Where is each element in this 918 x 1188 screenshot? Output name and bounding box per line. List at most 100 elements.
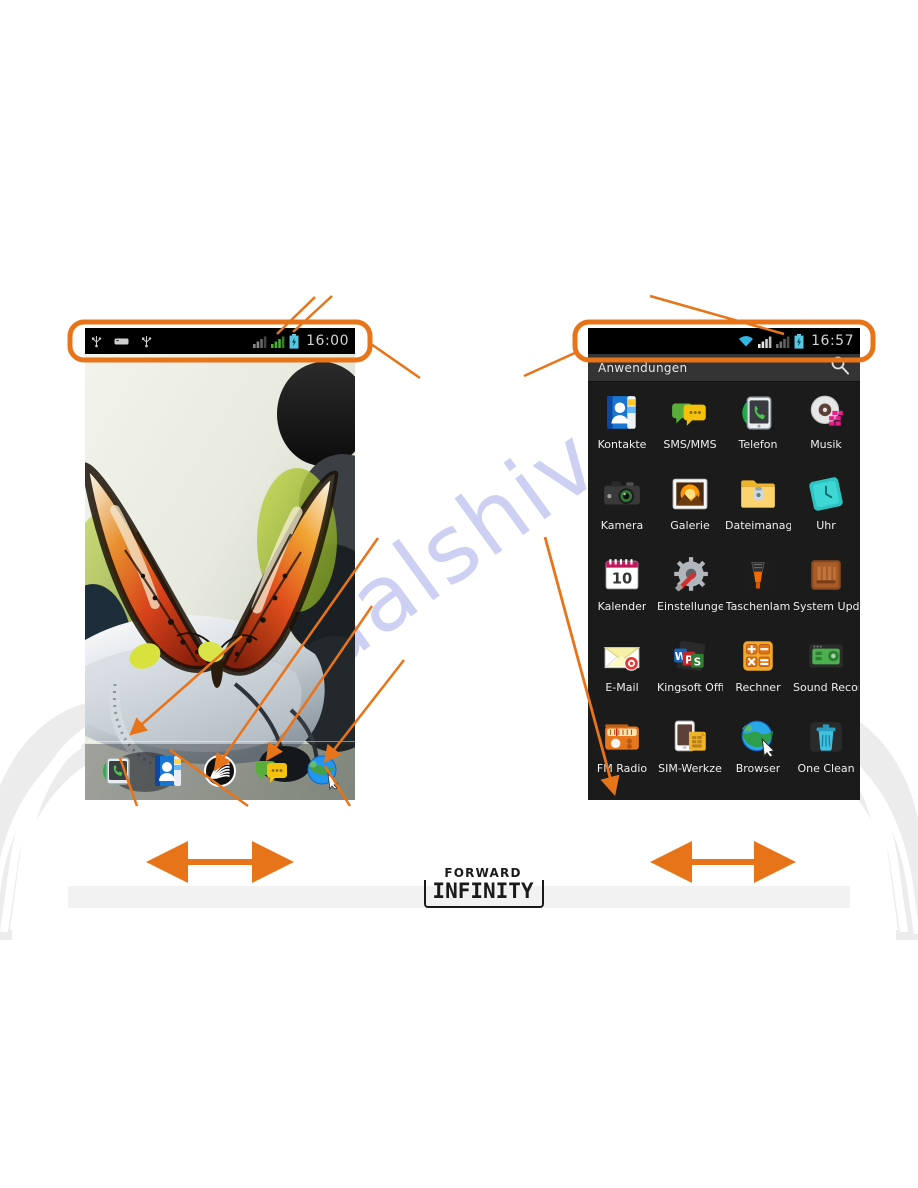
app-item-kontakte[interactable]: Kontakte (588, 385, 656, 466)
phone-home-screen: 16:00 (85, 328, 355, 800)
leader-statusbar-right (523, 350, 578, 378)
app-label: Musik (810, 439, 842, 451)
logo-infinity-text: INFINITY (432, 879, 534, 903)
usb-icon (92, 336, 102, 348)
svg-text:10: 10 (612, 570, 632, 587)
battery-icon (794, 333, 804, 349)
dock-item-kontakte[interactable] (149, 752, 187, 790)
app-item-sim-werkzeuge[interactable]: SIM-Werkze (656, 709, 724, 790)
app-item-kingsoft-office[interactable]: W P S Kingsoft Offi (656, 628, 724, 709)
app-label: Galerie (670, 520, 710, 532)
app-item-sms-mms[interactable]: SMS/MMS (656, 385, 724, 466)
app-item-kamera[interactable]: Kamera (588, 466, 656, 547)
status-clock-right: 16:57 (811, 333, 854, 349)
app-item-email[interactable]: E-Mail (588, 628, 656, 709)
app-item-einstellungen[interactable]: Einstellunge (656, 547, 724, 628)
battery-icon (289, 333, 299, 349)
app-label: Uhr (816, 520, 836, 532)
browser-globe-icon (307, 755, 339, 791)
wifi-icon (739, 335, 754, 346)
settings-gear-icon (674, 557, 708, 592)
app-label: Kamera (600, 520, 644, 532)
app-item-uhr[interactable]: Uhr (792, 466, 860, 547)
app-item-taschenlampe[interactable]: Taschenlam (724, 547, 792, 628)
dock (85, 744, 355, 798)
phone-dialer-icon (742, 396, 772, 430)
leader-signal-bars-left-2 (292, 295, 333, 333)
app-label: Telefon (738, 439, 778, 451)
svg-text:S: S (694, 656, 702, 668)
status-clock-left: 16:00 (306, 333, 349, 349)
app-item-rechner[interactable]: Rechner (724, 628, 792, 709)
sound-recorder-icon (809, 644, 843, 668)
dock-item-browser[interactable] (304, 752, 342, 791)
browser-globe-icon (741, 720, 775, 757)
app-label: Sound Recor (793, 682, 859, 694)
app-item-browser[interactable]: Browser (724, 709, 792, 790)
email-icon (603, 647, 641, 671)
system-update-icon (811, 560, 841, 590)
signal-bars-sim2-icon (776, 336, 790, 348)
brand-logo: FORWARD INFINITY (422, 866, 544, 908)
usb-icon (142, 336, 152, 348)
app-item-one-clean[interactable]: One Clean (792, 709, 860, 790)
app-item-dateimanager[interactable]: Dateimanag (724, 466, 792, 547)
one-clean-icon (810, 722, 842, 752)
clock-icon (809, 477, 843, 511)
phone-app-drawer: 16:57 Anwendungen Kontakte SMS/MMS Telef… (588, 328, 860, 800)
drawer-title: Anwendungen (598, 360, 688, 375)
leader-statusbar-left (370, 342, 421, 380)
sim-toolkit-icon (674, 720, 706, 752)
app-label: Dateimanag (725, 520, 791, 532)
app-item-system-update[interactable]: System Upda (792, 547, 860, 628)
app-drawer-icon (203, 755, 236, 787)
file-manager-icon (741, 480, 775, 508)
app-grid: Kontakte SMS/MMS Telefon Musik Kamera Ga… (588, 382, 860, 790)
drawer-header: Anwendungen (588, 354, 860, 382)
messaging-icon (672, 403, 706, 426)
signal-bars-sim1-icon (253, 336, 267, 348)
app-label: SIM-Werkze (658, 763, 722, 775)
signal-bars-sim1-icon (758, 336, 772, 348)
messaging-icon (255, 761, 287, 783)
kingsoft-office-icon: W P S (674, 640, 706, 672)
app-item-fm-radio[interactable]: FM Radio (588, 709, 656, 790)
dock-divider (85, 741, 355, 742)
app-label: Rechner (735, 682, 781, 694)
app-label: FM Radio (596, 763, 648, 775)
app-label: Taschenlam (725, 601, 791, 613)
camera-icon (604, 481, 640, 505)
app-label: System Upda (793, 601, 859, 613)
contacts-icon (155, 756, 182, 786)
logo-forward-text: FORWARD (422, 866, 544, 880)
search-icon[interactable] (830, 355, 850, 380)
app-label: One Clean (797, 763, 855, 775)
signal-bars-sim2-icon (271, 336, 285, 348)
app-item-musik[interactable]: Musik (792, 385, 860, 466)
app-label: E-Mail (605, 682, 639, 694)
status-bar-right: 16:57 (588, 328, 860, 354)
app-drawer: Anwendungen Kontakte SMS/MMS Telefon Mus… (588, 354, 860, 800)
calendar-icon: 10 (605, 559, 639, 590)
dock-item-telefon[interactable] (98, 752, 136, 790)
dock-item-apps[interactable] (201, 752, 239, 790)
app-label: SMS/MMS (663, 439, 717, 451)
app-label: Einstellunge (657, 601, 723, 613)
app-item-galerie[interactable]: Galerie (656, 466, 724, 547)
music-icon (810, 395, 843, 426)
app-item-telefon[interactable]: Telefon (724, 385, 792, 466)
phone-dialer-icon (102, 757, 130, 785)
app-item-kalender[interactable]: 10 Kalender (588, 547, 656, 628)
gallery-icon (672, 478, 708, 510)
wallpaper-butterfly (85, 354, 355, 800)
app-label: Kontakte (597, 439, 647, 451)
dock-item-sms-mms[interactable] (253, 752, 291, 790)
app-item-sound-recorder[interactable]: Sound Recor (792, 628, 860, 709)
app-label: Kalender (597, 601, 647, 613)
contacts-icon (607, 396, 636, 429)
app-label: Browser (735, 763, 781, 775)
fm-radio-icon (605, 724, 639, 750)
app-label: Kingsoft Offi (657, 682, 723, 694)
calculator-icon (743, 641, 773, 671)
sd-card-icon (114, 338, 129, 344)
